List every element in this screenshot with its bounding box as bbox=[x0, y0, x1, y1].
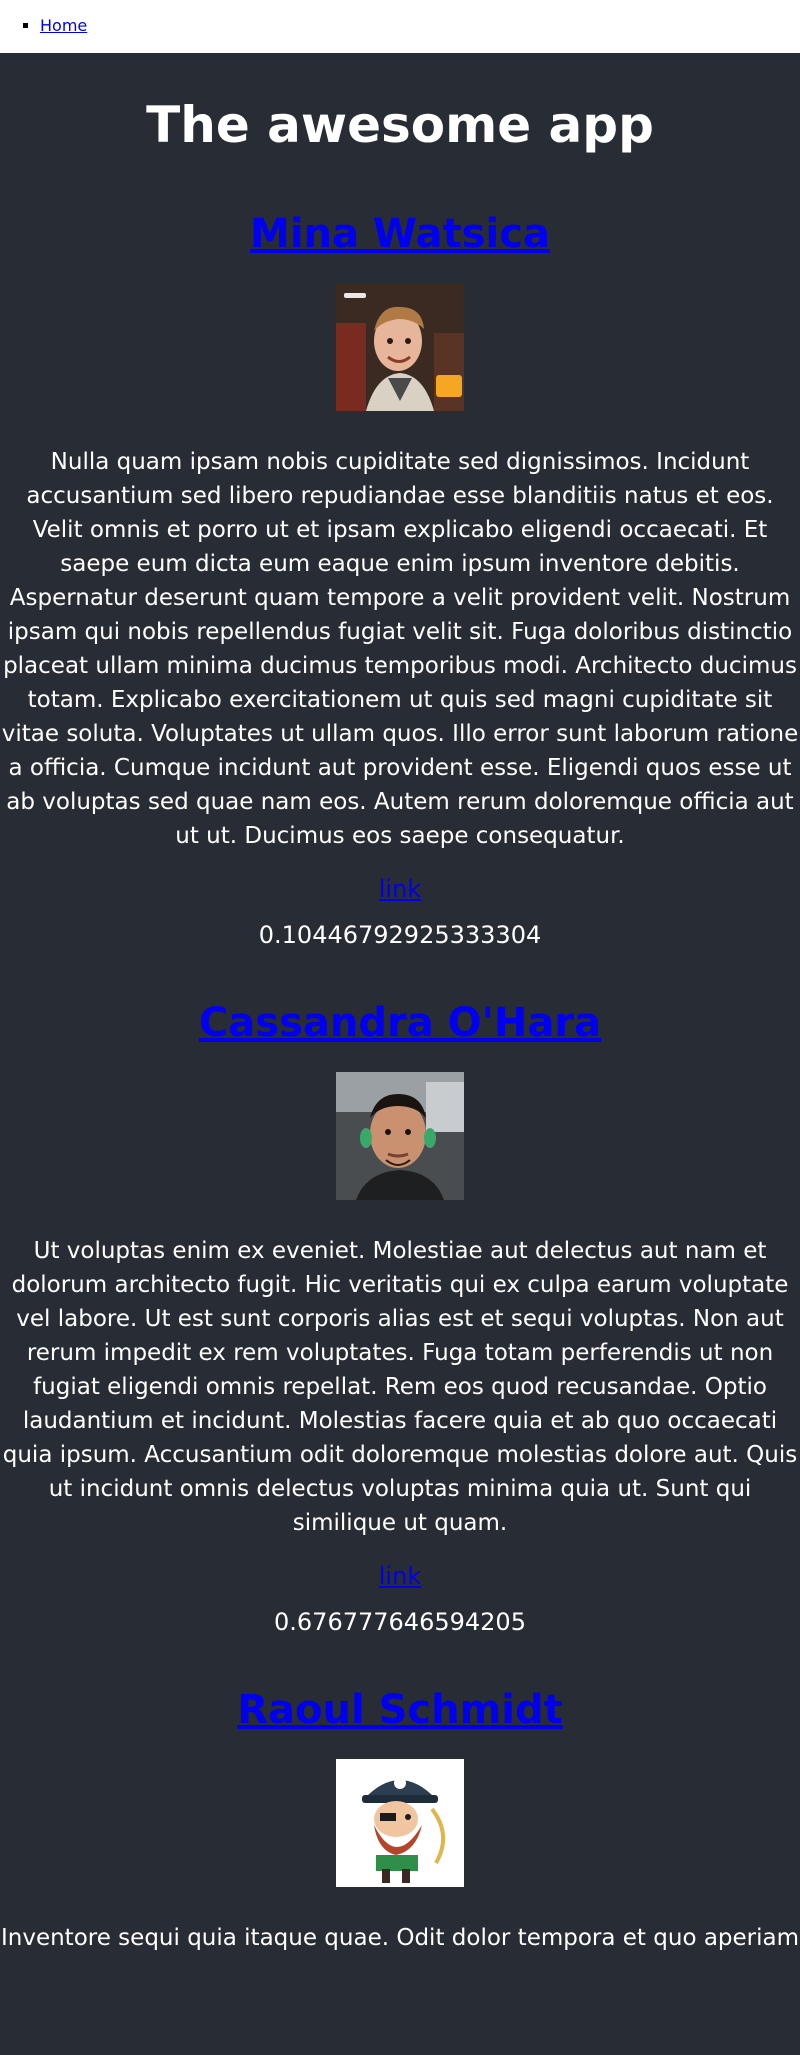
nav-item-home: Home bbox=[40, 16, 800, 35]
link-row: link bbox=[0, 875, 800, 903]
profile-link[interactable]: link bbox=[379, 1562, 421, 1590]
avatar-image bbox=[336, 1759, 464, 1887]
home-link[interactable]: Home bbox=[40, 16, 87, 35]
app-title: The awesome app bbox=[146, 96, 654, 154]
profile-name-link[interactable]: Cassandra O'Hara bbox=[0, 999, 800, 1047]
avatar-man-smiling-icon bbox=[336, 283, 464, 411]
profile-name-link[interactable]: Mina Watsica bbox=[0, 210, 800, 258]
link-row: link bbox=[0, 1562, 800, 1590]
profile-bio: Nulla quam ipsam nobis cupiditate sed di… bbox=[1, 449, 799, 849]
avatar-image bbox=[336, 283, 464, 411]
avatar-image bbox=[336, 1072, 464, 1200]
profile-number: 0.676777646594205 bbox=[274, 1608, 526, 1636]
profile-bio: Ut voluptas enim ex eveniet. Molestiae a… bbox=[2, 1238, 798, 1536]
profile-number: 0.10446792925333304 bbox=[258, 921, 542, 949]
top-navigation: Home bbox=[0, 0, 800, 53]
profile-card: Cassandra O'Hara Ut voluptas enim ex eve… bbox=[0, 999, 800, 1636]
profile-name-link[interactable]: Raoul Schmidt bbox=[0, 1686, 800, 1734]
profile-link[interactable]: link bbox=[379, 875, 421, 903]
nav-list: Home bbox=[0, 16, 800, 35]
profile-card: Mina Watsica Nulla quam ipsam nobis cupi… bbox=[0, 210, 800, 949]
profile-card: Raoul Schmidt Inventore sequi quia itaqu… bbox=[0, 1686, 800, 1955]
avatar-pirate-cartoon-icon bbox=[336, 1759, 464, 1887]
avatar-man-car-icon bbox=[336, 1072, 464, 1200]
profile-bio: Inventore sequi quia itaque quae. Odit d… bbox=[0, 1925, 800, 1951]
